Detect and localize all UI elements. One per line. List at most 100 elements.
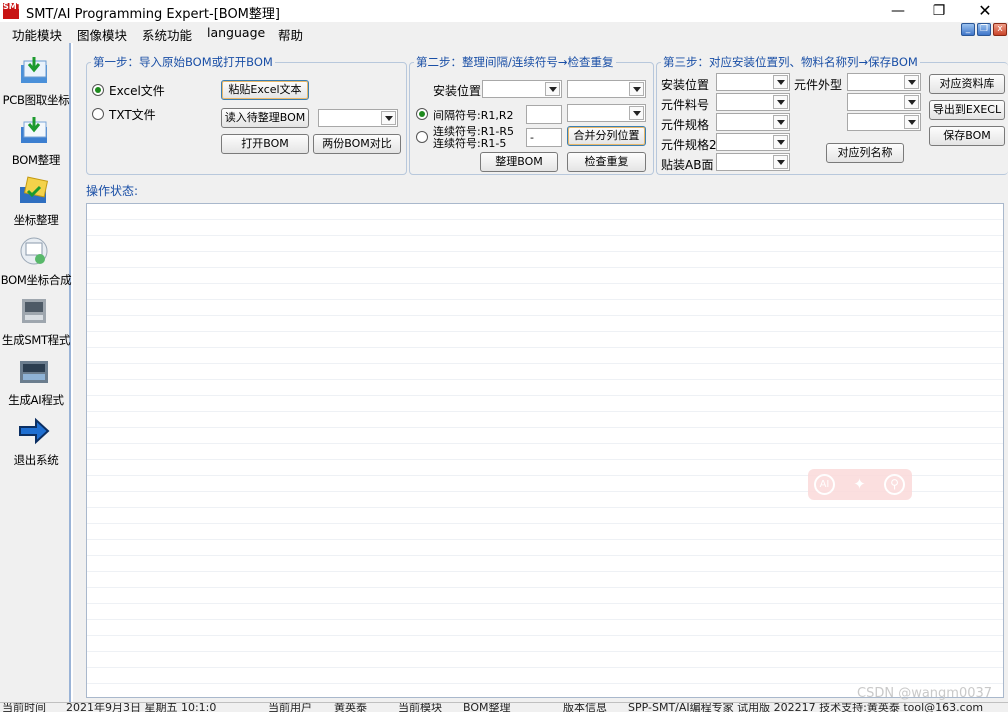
bom-organize-icon	[21, 117, 47, 143]
step3-side-select[interactable]	[716, 153, 790, 171]
watermark-text: CSDN @wangm0037	[857, 686, 993, 701]
chevron-down-icon[interactable]	[773, 115, 788, 129]
exit-arrow-icon	[19, 417, 50, 445]
title-bar: SMT SMT/AI Programming Expert-[BOM整理] — …	[0, 0, 1008, 22]
search-icon[interactable]: ⚲	[884, 474, 905, 495]
pcb-coordinate-icon	[21, 57, 47, 83]
close-icon[interactable]: ✕	[962, 0, 1008, 22]
continuous-symbol-input[interactable]: -	[526, 128, 562, 147]
chevron-down-icon[interactable]	[773, 135, 788, 149]
chevron-down-icon[interactable]	[773, 95, 788, 109]
sidebar-item-label: BOM整理	[11, 153, 61, 167]
excel-radio-label: Excel文件	[109, 84, 165, 98]
status-module-value: BOM整理	[463, 702, 511, 712]
check-duplicate-button[interactable]: 检查重复	[567, 152, 646, 172]
match-library-button[interactable]: 对应资料库	[929, 74, 1005, 94]
window-title: SMT/AI Programming Expert-[BOM整理]	[26, 7, 280, 22]
status-time-value: 2021年9月3日 星期五 10:1:0	[66, 702, 217, 712]
menu-help[interactable]: 帮助	[278, 25, 303, 44]
compare-bom-button[interactable]: 两份BOM对比	[313, 134, 401, 154]
step3-package-select[interactable]	[847, 73, 921, 91]
match-column-name-button[interactable]: 对应列名称	[826, 143, 904, 163]
save-bom-button[interactable]: 保存BOM	[929, 126, 1005, 146]
step2-interval-select[interactable]	[567, 104, 646, 122]
ai-toolbar: AI ✦ ⚲	[808, 469, 912, 500]
chevron-down-icon[interactable]	[629, 106, 644, 120]
menu-language[interactable]: language	[207, 25, 265, 40]
txt-radio[interactable]	[92, 108, 104, 120]
sidebar-item-label: 生成AI程式	[8, 393, 64, 407]
magic-wand-icon[interactable]: ✦	[849, 474, 870, 495]
step3-extra-select-2[interactable]	[847, 113, 921, 131]
minimize-icon[interactable]: —	[875, 0, 921, 22]
status-user-label: 当前用户	[268, 702, 312, 712]
menu-image-modules[interactable]: 图像模块	[77, 25, 127, 44]
chevron-down-icon[interactable]	[545, 82, 560, 96]
step3-spec2-select[interactable]	[716, 133, 790, 151]
txt-radio-label: TXT文件	[109, 108, 156, 122]
step2-location-select[interactable]	[482, 80, 562, 98]
mdi-restore-icon[interactable]: ❐	[977, 23, 991, 36]
step1-legend: 第一步：导入原始BOM或打开BOM	[93, 55, 273, 69]
step3-side-label: 贴装AB面	[661, 158, 714, 172]
menu-system-functions[interactable]: 系统功能	[142, 25, 192, 44]
step3-spec-select[interactable]	[716, 113, 790, 131]
step3-legend: 第三步：对应安装位置列、物料名称列→保存BOM	[663, 55, 918, 69]
chevron-down-icon[interactable]	[904, 75, 919, 89]
sidebar-item-bom-merge[interactable]: BOM坐标合成	[0, 235, 72, 293]
mdi-minimize-icon[interactable]: _	[961, 23, 975, 36]
interval-symbol-input[interactable]	[526, 105, 562, 124]
bom-merge-icon	[20, 237, 48, 265]
sidebar-item-generate-smt[interactable]: 生成SMT程式	[0, 295, 70, 353]
step1-sheet-select[interactable]	[318, 109, 398, 127]
step3-location-label: 安装位置	[661, 78, 710, 92]
step3-location-select[interactable]	[716, 73, 790, 91]
sidebar-item-label: 生成SMT程式	[1, 333, 71, 347]
coordinate-organize-icon	[20, 176, 49, 203]
chevron-down-icon[interactable]	[773, 75, 788, 89]
excel-radio[interactable]	[92, 84, 104, 96]
step3-spec-label: 元件规格	[661, 118, 710, 132]
menu-bar: 功能模块 图像模块 系统功能 language 帮助	[0, 22, 1008, 43]
interval-symbol-label: 间隔符号:R1,R2	[433, 109, 514, 122]
sidebar-item-coordinate-organize[interactable]: 坐标整理	[0, 175, 70, 233]
sidebar-item-label: 坐标整理	[13, 213, 59, 227]
chevron-down-icon[interactable]	[381, 111, 396, 125]
interval-symbol-radio[interactable]	[416, 108, 428, 120]
operation-log-area[interactable]	[86, 203, 1004, 698]
ai-machine-icon	[20, 361, 48, 383]
open-bom-button[interactable]: 打开BOM	[221, 134, 309, 154]
continuous-symbol-radio[interactable]	[416, 131, 428, 143]
ai-icon[interactable]: AI	[814, 474, 835, 495]
status-time-label: 当前时间	[2, 702, 46, 712]
operation-status-label: 操作状态:	[86, 184, 139, 198]
step3-partno-label: 元件料号	[661, 98, 710, 112]
organize-bom-button[interactable]: 整理BOM	[480, 152, 558, 172]
step2-legend: 第二步：整理间隔/连续符号→检查重复	[416, 55, 614, 69]
export-excel-button[interactable]: 导出到EXECL	[929, 100, 1005, 120]
step3-package-label: 元件外型	[794, 78, 843, 92]
step2-column-select[interactable]	[567, 80, 646, 98]
smt-machine-icon	[22, 299, 46, 323]
chevron-down-icon[interactable]	[904, 95, 919, 109]
mdi-close-icon[interactable]: x	[993, 23, 1007, 36]
merge-columns-button[interactable]: 合并分列位置	[567, 126, 646, 146]
sidebar-item-label: PCB图取坐标	[2, 93, 70, 107]
chevron-down-icon[interactable]	[629, 82, 644, 96]
sidebar-item-bom-organize[interactable]: BOM整理	[0, 115, 70, 173]
sidebar-item-generate-ai[interactable]: 生成AI程式	[0, 355, 70, 413]
read-bom-button[interactable]: 读入待整理BOM	[221, 108, 309, 128]
maximize-icon[interactable]: ❐	[916, 0, 962, 22]
paste-excel-button[interactable]: 粘贴Excel文本	[221, 80, 309, 100]
chevron-down-icon[interactable]	[773, 155, 788, 169]
status-version-value: SPP-SMT/AI编程专家 试用版 202217 技术支持:黄英泰 tool@…	[628, 702, 984, 712]
sidebar-item-exit[interactable]: 退出系统	[0, 415, 70, 473]
chevron-down-icon[interactable]	[904, 115, 919, 129]
status-module-label: 当前模块	[398, 702, 442, 712]
sidebar-item-label: BOM坐标合成	[0, 273, 72, 287]
sidebar-item-pcb-coordinate[interactable]: PCB图取坐标	[0, 55, 70, 113]
sidebar: PCB图取坐标 BOM整理 坐标整理 BOM坐标合成 生成SMT程式 生成AI程…	[0, 43, 72, 703]
step3-partno-select[interactable]	[716, 93, 790, 111]
step3-extra-select-1[interactable]	[847, 93, 921, 111]
menu-function-modules[interactable]: 功能模块	[12, 25, 62, 44]
